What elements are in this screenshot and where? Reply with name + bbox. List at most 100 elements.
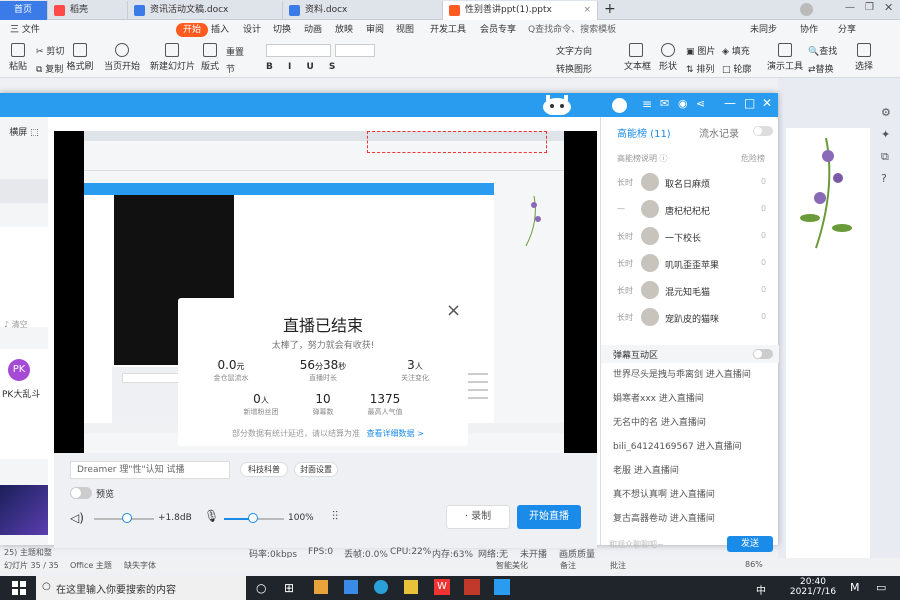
section-button[interactable]: 节 [226,62,235,75]
edge-icon[interactable] [374,580,388,594]
scene-item[interactable] [0,179,48,203]
menu-animation[interactable]: 动画 [304,23,322,37]
danmu-toggle[interactable] [753,349,773,359]
settings-sliders-icon[interactable]: ⚙ [881,106,891,119]
ime-indicator[interactable]: 中 [756,582,766,597]
store-icon[interactable] [314,580,328,594]
speaker-volume-slider[interactable] [94,513,154,523]
image-button[interactable]: ▣ 图片 [686,44,715,57]
menu-insert[interactable]: 插入 [211,23,229,37]
copy-button[interactable]: ⧉ 复制 [36,62,63,75]
pin-icon[interactable]: ✦ [881,128,890,141]
tab-daoke[interactable]: 稻壳 [48,1,128,20]
convert-smartart-button[interactable]: 转换图形 [556,62,592,75]
menu-switch[interactable]: 切换 [273,23,291,37]
find-button[interactable]: 🔍查找 [808,44,837,57]
minimize-icon[interactable]: — [724,96,736,110]
mail-icon[interactable]: ✉ [660,97,669,110]
category-tag[interactable]: 科技科普 [240,462,288,477]
help-icon[interactable]: ? [881,172,887,185]
live-icon[interactable]: ◉ [678,97,688,110]
comments-button[interactable]: 批注 [610,560,626,571]
clock[interactable]: 20:40 2021/7/16 [778,577,848,597]
rank-info[interactable]: 高能榜说明 ⓘ [617,153,668,164]
input-method-icon[interactable]: M [850,581,860,594]
tab-flow-record[interactable]: 流水记录 [699,125,739,140]
app-icon[interactable] [464,579,480,595]
maximize-icon[interactable]: □ [744,96,755,110]
notification-icon[interactable]: ▭ [876,581,886,594]
clear-button[interactable]: ♪ 清空 [4,319,28,330]
user-avatar[interactable] [612,98,627,113]
pk-card[interactable]: PK PK大乱斗 [0,349,48,459]
menu-start[interactable]: 开始 [176,23,209,37]
cover-settings-button[interactable]: 封面设置 [294,462,338,477]
font-size-select[interactable] [335,44,375,57]
close-window-icon[interactable]: ✕ [884,1,893,14]
layout-button[interactable]: 版式 [198,43,222,72]
user-row[interactable]: — 唐杞杞杞杞 0 [601,196,779,222]
preview-toggle[interactable] [70,487,92,499]
tab-doc2[interactable]: 资料.docx [283,1,443,20]
shape-button[interactable]: 形状 [656,43,680,72]
zoom-level[interactable]: 86% [745,560,763,569]
paste-button[interactable]: 粘贴 [6,43,30,72]
activity-banner[interactable] [0,485,48,535]
fullscreen-toggle[interactable]: 横屏 ⬚ [0,125,48,138]
stream-title-input[interactable]: Dreamer 理"性"认知 试播 [70,461,230,479]
command-search[interactable]: Q查找命令、搜索模板 [528,23,616,37]
share-button[interactable]: 分享 [838,23,856,37]
menu-dev[interactable]: 开发工具 [430,23,466,37]
arrange-button[interactable]: ⇅ 排列 [686,62,714,75]
menu-file[interactable]: 三 文件 [10,23,40,37]
cortana-icon[interactable]: ○ [256,581,266,595]
detail-link[interactable]: 查看详细数据 > [367,429,424,438]
user-row[interactable]: 长时 一下校长 0 [601,223,779,249]
text-direction-button[interactable]: 文字方向 [556,44,592,57]
new-slide-button[interactable]: 新建幻灯片 [150,43,195,72]
avatar[interactable] [800,3,813,16]
replace-button[interactable]: ⇄替换 [808,62,834,75]
share-icon[interactable]: ⋖ [696,97,705,110]
send-button[interactable]: 发送 [727,536,773,552]
live-app-icon[interactable] [494,579,510,595]
maximize-icon[interactable]: ❐ [865,2,874,13]
mail-app-icon[interactable] [344,580,358,594]
tab-doc1[interactable]: 资讯活动文稿.docx [128,1,283,20]
user-row[interactable]: 长时 叽叽歪歪苹果 0 [601,250,779,276]
danger-rank[interactable]: 危险榜 [741,153,765,164]
mixer-icon[interactable]: ⫶⫶ [332,509,338,524]
select-button[interactable]: 选择 [852,43,876,72]
outline-button[interactable]: □ 轮廓 [722,62,751,75]
task-view-icon[interactable]: ⊞ [284,581,294,595]
danmu-input[interactable]: 和观众聊聊吧~ [609,537,727,553]
user-row[interactable]: 长时 取名日麻烦 0 [601,169,779,195]
start-live-button[interactable]: 开始直播 [517,505,581,529]
minimize-icon[interactable]: — [845,2,855,13]
notes-button[interactable]: 备注 [560,560,576,571]
menu-icon[interactable]: ≡ [642,97,652,111]
menu-member[interactable]: 会员专享 [480,23,516,37]
close-icon[interactable]: ✕ [762,96,772,110]
copy-icon[interactable]: ⧉ [881,150,889,164]
smart-beautify[interactable]: 智能美化 [496,560,528,571]
new-tab-icon[interactable]: + [604,1,616,18]
tab-home[interactable]: 首页 [0,1,48,20]
menu-view[interactable]: 视图 [396,23,414,37]
fill-button[interactable]: ◈ 填充 [722,44,750,57]
user-row[interactable]: 长时 混元知毛猫 0 [601,277,779,303]
reset-button[interactable]: 重置 [226,45,244,58]
sync-status[interactable]: 未同步 [750,23,777,37]
taskbar-search[interactable]: ○ 在这里输入你要搜索的内容 [36,576,246,600]
font-select[interactable] [266,44,331,57]
windows-start-icon[interactable] [12,581,26,595]
textbox-button[interactable]: 文本框 [624,43,651,72]
collab-button[interactable]: 协作 [800,23,818,37]
text-format-group[interactable]: B I U S [266,62,341,72]
user-row[interactable]: 长时 宠趴皮的猫咪 0 [601,304,779,330]
folder-icon[interactable] [404,580,418,594]
wps-icon[interactable]: W [434,579,450,595]
tab-pptx[interactable]: 性别善讲ppt(1).pptx × [443,1,598,20]
menu-slideshow[interactable]: 放映 [335,23,353,37]
rank-toggle[interactable] [753,126,773,136]
